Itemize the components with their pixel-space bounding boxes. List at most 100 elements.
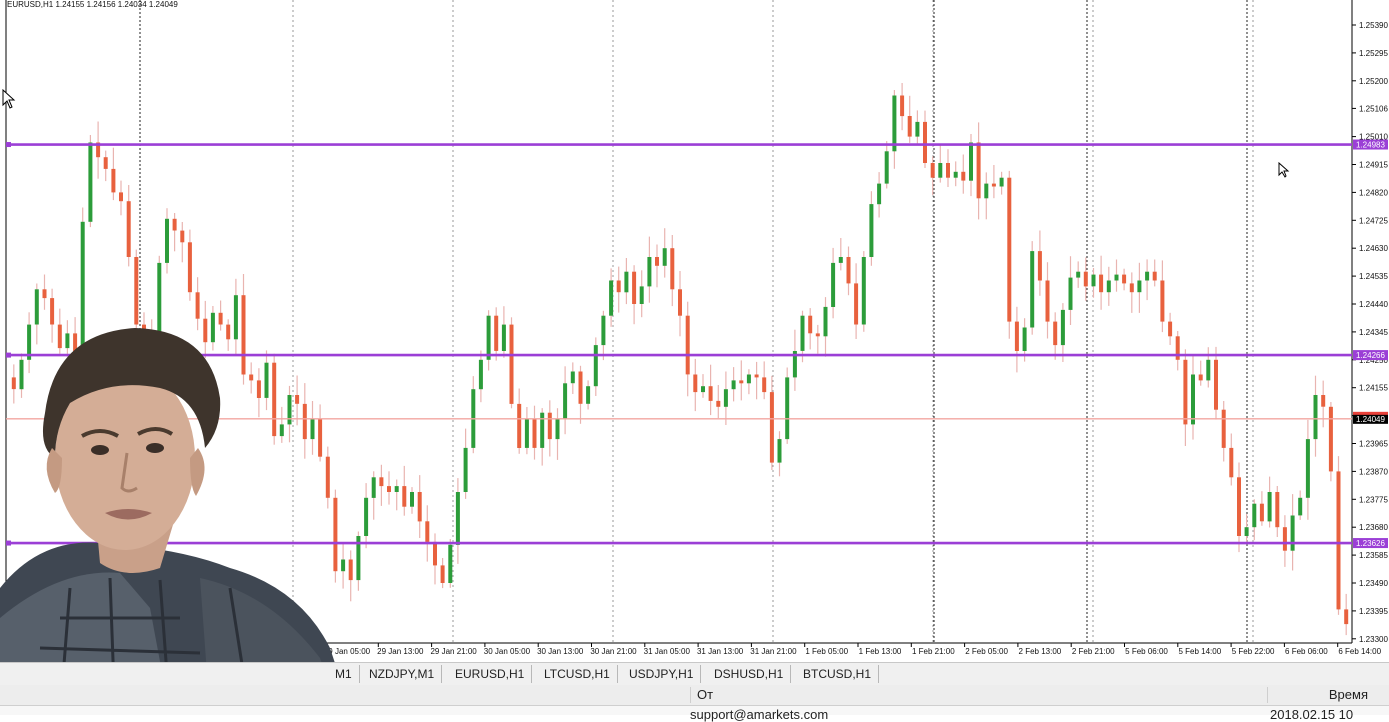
y-tick-label: 1.25390: [1359, 21, 1388, 30]
candle-body: [815, 333, 820, 337]
candle-body: [884, 151, 889, 184]
candle-body: [1037, 251, 1042, 281]
candle-body: [946, 163, 950, 178]
candle-body: [953, 171, 958, 178]
y-tick-label: 1.23585: [1359, 551, 1388, 560]
candle-body: [1152, 271, 1157, 281]
x-tick-label: 5 Feb 22:00: [1232, 647, 1275, 656]
y-tick-label: 1.23870: [1359, 467, 1388, 476]
x-tick-label: 5 Feb 06:00: [1125, 647, 1168, 656]
y-tick-label: 1.24630: [1359, 244, 1388, 253]
y-tick-label: 1.25295: [1359, 49, 1388, 58]
candle-body: [869, 204, 874, 257]
level-price-label: 1.23626: [1356, 539, 1385, 548]
tab-ltcusd-h1[interactable]: LTCUSD,H1: [537, 665, 618, 683]
candle-body: [111, 168, 116, 193]
candle-body: [716, 400, 721, 407]
tab-eurusd-h1[interactable]: EURUSD,H1: [448, 665, 533, 683]
candle-body: [647, 257, 652, 287]
candle-body: [387, 486, 391, 492]
candle-body: [1030, 251, 1035, 328]
tab-btcusd-h1[interactable]: BTCUSD,H1: [796, 665, 880, 683]
candle-body: [126, 201, 131, 257]
candle-body: [1060, 309, 1065, 346]
terminal-header: От Время: [0, 685, 1389, 706]
candle-body: [976, 142, 981, 199]
candle-body: [586, 386, 591, 404]
candle-body: [88, 142, 93, 222]
candle-body: [494, 315, 499, 351]
candle-body: [685, 315, 690, 375]
x-tick-label: 30 Jan 21:00: [590, 647, 637, 656]
candle-body: [754, 374, 759, 378]
candle-body: [1267, 492, 1272, 522]
candle-body: [831, 262, 836, 307]
candle-body: [1014, 321, 1019, 351]
y-tick-label: 1.24915: [1359, 161, 1388, 170]
candle-body: [846, 257, 851, 284]
candle-body: [1313, 395, 1318, 440]
level-handle: [6, 142, 11, 148]
x-tick-label: 2 Feb 21:00: [1072, 647, 1115, 656]
y-tick-label: 1.23395: [1359, 607, 1388, 616]
candle-body: [42, 289, 47, 299]
candle-body: [433, 541, 437, 566]
candle-body: [1344, 609, 1349, 625]
candle-body: [1129, 283, 1134, 293]
column-header-time[interactable]: Время: [1264, 687, 1368, 703]
candle-body: [655, 257, 659, 266]
candle-body: [1106, 280, 1111, 293]
candle-body: [662, 248, 667, 266]
x-tick-label: 1 Feb 21:00: [912, 647, 955, 656]
x-tick-label: 29 Jan 21:00: [430, 647, 477, 656]
y-tick-label: 1.23680: [1359, 523, 1388, 532]
tab-dshusd-h1[interactable]: DSHUSD,H1: [707, 665, 792, 683]
candle-body: [371, 477, 376, 498]
candle-body: [632, 271, 637, 304]
candle-body: [708, 386, 713, 401]
x-tick-label: 6 Feb 14:00: [1338, 647, 1381, 656]
y-tick-label: 1.24820: [1359, 188, 1388, 197]
x-tick-label: 31 Jan 05:00: [644, 647, 691, 656]
candle-body: [938, 163, 943, 178]
candle-body: [930, 163, 935, 178]
x-tick-label: 30 Jan 05:00: [484, 647, 531, 656]
y-tick-label: 1.23775: [1359, 495, 1388, 504]
candle-body: [1099, 274, 1104, 293]
candle-body: [187, 242, 192, 293]
candle-body: [180, 230, 185, 243]
x-tick-label: 1 Feb 05:00: [805, 647, 848, 656]
tab-usdjpy-h1[interactable]: USDJPY,H1: [622, 665, 702, 683]
tab-m1[interactable]: M1: [328, 665, 360, 683]
chart-symbol-title: EURUSD,H1 1.24155 1.24156 1.24034 1.2404…: [7, 0, 178, 9]
candle-body: [1305, 439, 1310, 498]
candle-body: [1191, 374, 1195, 425]
candle-body: [524, 418, 529, 448]
x-tick-label: 30 Jan 13:00: [537, 647, 584, 656]
candle-body: [731, 380, 736, 390]
level-price-label: 1.24983: [1356, 141, 1385, 150]
x-tick-label: 31 Jan 21:00: [750, 647, 797, 656]
candle-body: [1114, 274, 1119, 281]
candle-body: [1083, 271, 1088, 287]
candle-body: [838, 257, 843, 263]
candle-body: [639, 286, 644, 304]
candle-body: [478, 359, 483, 390]
candle-body: [1145, 271, 1150, 281]
candle-body: [364, 497, 369, 536]
candle-body: [999, 177, 1004, 187]
candle-body: [1206, 359, 1211, 381]
candle-body: [417, 492, 422, 522]
candle-body: [509, 324, 514, 404]
y-tick-label: 1.23300: [1359, 635, 1388, 644]
tab-nzdjpy-m1[interactable]: NZDJPY,M1: [362, 665, 443, 683]
column-header-from[interactable]: От: [690, 687, 1268, 703]
candle-body: [1183, 359, 1188, 425]
candle-body: [119, 192, 123, 202]
level-price-label: 1.24266: [1356, 351, 1385, 360]
candle-body: [1244, 527, 1249, 536]
mouse-cursor-icon: [2, 89, 16, 109]
candle-body: [609, 280, 614, 316]
message-from[interactable]: support@amarkets.com: [690, 707, 828, 722]
y-tick-label: 1.24155: [1359, 384, 1388, 393]
